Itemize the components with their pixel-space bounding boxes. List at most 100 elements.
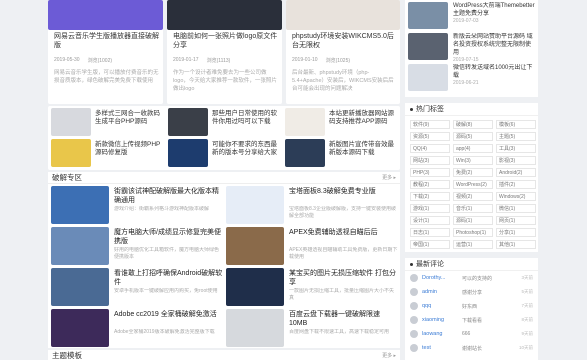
crack-item[interactable]: 魔方电脑大师/成绩显示修复完美便携版 好用的电脑优化工具箱软件，魔方电脑大师绿色便…	[51, 227, 223, 269]
comment-author[interactable]: laowang	[422, 331, 458, 337]
mini-post[interactable]: 新版图片宣传带音效最新版本源码下载	[285, 139, 399, 169]
tag-item[interactable]: 免费(2)	[453, 168, 493, 177]
post-title[interactable]: 电脑前如何一张照片做logo原文件分享	[173, 32, 279, 50]
mini-post-thumbnail[interactable]	[285, 108, 325, 136]
crack-thumbnail[interactable]	[226, 227, 284, 265]
post-title[interactable]: 网易云音乐学生版播放器直接破解版	[54, 32, 160, 50]
crack-item[interactable]: 某宝买的图片无损压缩软件 打包分享 一款图片无损压缩工具，批量压缩图片大小不失真	[226, 268, 398, 310]
mini-post[interactable]: 新款微信上传视频PHP源码修复版	[51, 139, 165, 169]
comment-item[interactable]: qqq 好东西 7天前	[405, 299, 538, 313]
crack-thumbnail[interactable]	[51, 268, 109, 306]
post-card[interactable]: 电脑前如何一张照片做logo原文件分享 2019-01-17 浏览(1113) …	[167, 0, 282, 104]
crack-title[interactable]: Adobe cc2019 全家桶破解免激活	[114, 309, 217, 329]
crack-item[interactable]: 百度云盘下载器一键破解限速10MB 百度网盘下载不限速工具，高速下载稳定可用	[226, 309, 398, 351]
comment-item[interactable]: admin 感谢分享 5天前	[405, 285, 538, 299]
comment-item[interactable]: laowang 666 9天前	[405, 327, 538, 341]
crack-thumbnail[interactable]	[51, 227, 109, 265]
tag-item[interactable]: 源码(5)	[453, 132, 493, 141]
crack-title[interactable]: 看谁敢上打招呼确保Android破解软件	[114, 268, 223, 288]
crack-thumbnail[interactable]	[226, 268, 284, 306]
tag-item[interactable]: 其他(1)	[496, 240, 536, 249]
more-link[interactable]: 更多 ▸	[382, 174, 396, 181]
comment-item[interactable]: xiaoming 下载看看 8天前	[405, 313, 538, 327]
tag-item[interactable]: 日志(1)	[410, 228, 450, 237]
mini-post[interactable]: 那些用户日常使用的软件你用过吗可以下载	[168, 108, 282, 138]
crack-item[interactable]: 看谁敢上打招呼确保Android破解软件 安卓手机版本一键破解应用内购买，免roo…	[51, 268, 223, 310]
mini-post-thumbnail[interactable]	[51, 108, 91, 136]
post-thumbnail[interactable]	[167, 0, 282, 30]
crack-thumbnail[interactable]	[51, 186, 109, 224]
tag-item[interactable]: 资源(5)	[410, 132, 450, 141]
mini-post-title[interactable]: 本站更新播放器网站源码支持推荐APP源码	[329, 108, 399, 138]
crack-title[interactable]: APEX免费辅助透视自瞄后后	[289, 227, 398, 247]
tag-item[interactable]: QQ(4)	[410, 144, 450, 153]
comment-text[interactable]: 好东西	[462, 303, 517, 310]
crack-item[interactable]: APEX免费辅助透视自瞄后后 APEX英雄透视自瞄辅助工具免费版，更新日期下载使用	[226, 227, 398, 269]
tag-item[interactable]: 软件(9)	[410, 120, 450, 129]
crack-thumbnail[interactable]	[226, 309, 284, 347]
mini-post-title[interactable]: 新版图片宣传带音效最新版本源码下载	[329, 139, 399, 169]
comment-author[interactable]: xiaoming	[422, 317, 458, 323]
mini-post-title[interactable]: 那些用户日常使用的软件你用过吗可以下载	[212, 108, 282, 138]
crack-thumbnail[interactable]	[51, 309, 109, 347]
crack-title[interactable]: 某宝买的图片无损压缩软件 打包分享	[289, 268, 398, 288]
comment-text[interactable]: 可以的支持的	[462, 275, 517, 282]
tag-item[interactable]: Windows(2)	[496, 192, 536, 201]
mini-post-thumbnail[interactable]	[51, 139, 91, 167]
mini-post[interactable]: 多样式三网合一收款码生成平台PHP源码	[51, 108, 165, 138]
sidebar-post-thumbnail[interactable]	[408, 64, 448, 91]
sidebar-post[interactable]: 新版云朵网站赞助平台源码 域名投资授权系统完整无限制使用 2019-07-15	[408, 33, 535, 63]
comment-text[interactable]: 谢谢站长	[462, 345, 515, 352]
crack-item[interactable]: 街霸该试神配破解版最大化版本精确通用 游戏介绍：街霸系列格斗游戏神配版本破解	[51, 186, 223, 228]
comment-author[interactable]: qqq	[422, 303, 458, 309]
sidebar-post[interactable]: WordPress大前端Themebetter主题免费分享 2019-07-03	[408, 2, 535, 32]
tag-item[interactable]: 设计(1)	[410, 216, 450, 225]
tag-item[interactable]: 网站(3)	[410, 156, 450, 165]
comment-text[interactable]: 感谢分享	[462, 289, 517, 296]
tag-item[interactable]: 插件(2)	[496, 180, 536, 189]
mini-post-title[interactable]: 新款微信上传视频PHP源码修复版	[95, 139, 165, 169]
tag-item[interactable]: WordPress(2)	[453, 180, 493, 189]
post-thumbnail[interactable]	[286, 0, 400, 30]
crack-title[interactable]: 魔方电脑大师/成绩显示修复完美便携版	[114, 227, 223, 247]
tag-item[interactable]: Photoshop(1)	[453, 228, 493, 237]
mini-post[interactable]: 可能你不要求的东西最新的版本号分享给大家	[168, 139, 282, 169]
tag-item[interactable]: Android(2)	[496, 168, 536, 177]
tag-item[interactable]: 教程(2)	[410, 180, 450, 189]
tag-item[interactable]: 微信(1)	[496, 204, 536, 213]
crack-title[interactable]: 街霸该试神配破解版最大化版本精确通用	[114, 186, 223, 206]
tag-item[interactable]: 主题(5)	[496, 132, 536, 141]
tag-item[interactable]: 音乐(1)	[453, 204, 493, 213]
post-card[interactable]: phpstudy环境安装WIKCMS5.0后台无限权 2019-01-10 浏览…	[286, 0, 400, 104]
more-link[interactable]: 更多 ▸	[382, 352, 396, 359]
tag-item[interactable]: Win(3)	[453, 156, 493, 165]
tag-item[interactable]: 网页(1)	[496, 216, 536, 225]
mini-post[interactable]: 本站更新播放器网站源码支持推荐APP源码	[285, 108, 399, 138]
post-card[interactable]: 网易云音乐学生版播放器直接破解版 2019-05-30 浏览(1002) 网易云…	[48, 0, 163, 104]
tag-item[interactable]: 破解(8)	[453, 120, 493, 129]
comment-author[interactable]: Dorothy...	[422, 275, 458, 281]
tag-item[interactable]: 帝国(1)	[410, 240, 450, 249]
tag-item[interactable]: 游戏(1)	[410, 204, 450, 213]
comment-author[interactable]: admin	[422, 289, 458, 295]
tag-item[interactable]: 运营(1)	[453, 240, 493, 249]
tag-item[interactable]: app(4)	[453, 144, 493, 153]
tag-item[interactable]: 模板(6)	[496, 120, 536, 129]
crack-title[interactable]: 百度云盘下载器一键破解限速10MB	[289, 309, 398, 329]
comment-text[interactable]: 下载看看	[462, 317, 517, 324]
mini-post-thumbnail[interactable]	[285, 139, 325, 167]
crack-thumbnail[interactable]	[226, 186, 284, 224]
mini-post-title[interactable]: 可能你不要求的东西最新的版本号分享给大家	[212, 139, 282, 169]
post-title[interactable]: phpstudy环境安装WIKCMS5.0后台无限权	[292, 32, 398, 50]
sidebar-post-title[interactable]: 微信转发送域名1000元出让下载	[453, 64, 535, 80]
comment-author[interactable]: test	[422, 345, 458, 351]
tag-item[interactable]: 下载(2)	[410, 192, 450, 201]
comment-text[interactable]: 666	[462, 331, 517, 337]
sidebar-post-title[interactable]: WordPress大前端Themebetter主题免费分享	[453, 2, 535, 18]
comment-item[interactable]: Dorothy... 可以的支持的 3天前	[405, 271, 538, 285]
mini-post-thumbnail[interactable]	[168, 139, 208, 167]
tag-item[interactable]: 源码(1)	[453, 216, 493, 225]
tag-item[interactable]: PHP(3)	[410, 168, 450, 177]
mini-post-thumbnail[interactable]	[168, 108, 208, 136]
tag-item[interactable]: 影视(3)	[496, 156, 536, 165]
